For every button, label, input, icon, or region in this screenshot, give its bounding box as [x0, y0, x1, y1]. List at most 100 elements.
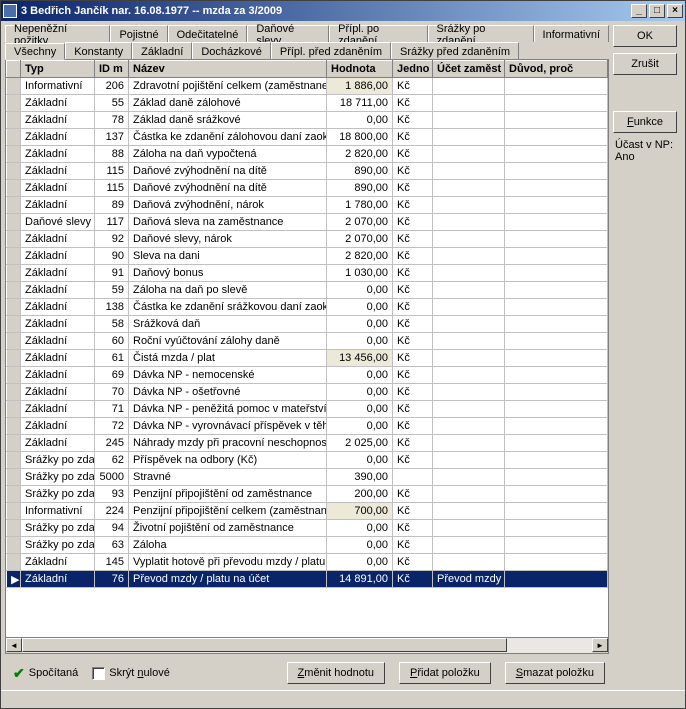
table-row[interactable]: Základní145Vyplatit hotově při převodu m…: [7, 554, 608, 571]
cell: 0,00: [327, 282, 393, 299]
cell: Kč: [393, 299, 433, 316]
table-row[interactable]: Základní55Základ daně zálohové18 711,00K…: [7, 95, 608, 112]
scroll-right-icon[interactable]: ►: [592, 638, 608, 652]
minimize-button[interactable]: _: [631, 4, 647, 18]
cell: Náhrady mzdy při pracovní neschopnost: [129, 435, 327, 452]
cell: Základní: [21, 435, 95, 452]
table-row[interactable]: Základní245Náhrady mzdy při pracovní nes…: [7, 435, 608, 452]
change-value-button[interactable]: Změnit hodnotu: [287, 662, 385, 684]
cell: 62: [95, 452, 129, 469]
table-row[interactable]: Základní91Daňový bonus1 030,00Kč: [7, 265, 608, 282]
horizontal-scrollbar[interactable]: ◄ ►: [6, 637, 608, 653]
column-header[interactable]: ID m: [95, 61, 129, 78]
tab-srážky-po-zdanění[interactable]: Srážky po zdanění: [428, 25, 534, 42]
tab-informativní[interactable]: Informativní: [534, 25, 609, 42]
cell: Kč: [393, 95, 433, 112]
ok-button[interactable]: OK: [613, 25, 677, 47]
cell: 13 456,00: [327, 350, 393, 367]
tab-daňové-slevy[interactable]: Daňové slevy: [247, 25, 329, 42]
row-indicator: [7, 384, 21, 401]
table-row[interactable]: ▶Základní76Převod mzdy / platu na účet14…: [7, 571, 608, 588]
tab-všechny[interactable]: Všechny: [5, 43, 65, 60]
cell: [505, 537, 608, 554]
cell: Kč: [393, 231, 433, 248]
add-item-button[interactable]: Přidat položku: [399, 662, 491, 684]
table-row[interactable]: Základní60Roční vyúčtování zálohy daně0,…: [7, 333, 608, 350]
row-header-col: [7, 61, 21, 78]
row-indicator: [7, 78, 21, 95]
table-row[interactable]: Základní58Srážková daň0,00Kč: [7, 316, 608, 333]
row-indicator: [7, 231, 21, 248]
cell: Základní: [21, 197, 95, 214]
cell: 71: [95, 401, 129, 418]
tab-konstanty[interactable]: Konstanty: [65, 42, 132, 59]
close-button[interactable]: ×: [667, 4, 683, 18]
table-row[interactable]: Základní59Záloha na daň po slevě0,00Kč: [7, 282, 608, 299]
cell: 58: [95, 316, 129, 333]
functions-button[interactable]: Funkce: [613, 111, 677, 133]
cell: Daňové slevy: [21, 214, 95, 231]
table-row[interactable]: Základní138Částka ke zdanění srážkovou d…: [7, 299, 608, 316]
table-row[interactable]: Srážky po zda5000Stravné390,00: [7, 469, 608, 486]
column-header[interactable]: Název: [129, 61, 327, 78]
cell: 78: [95, 112, 129, 129]
table-row[interactable]: Základní78Základ daně srážkové0,00Kč: [7, 112, 608, 129]
cell: 93: [95, 486, 129, 503]
cell: Základ daně srážkové: [129, 112, 327, 129]
cell: 117: [95, 214, 129, 231]
column-header[interactable]: Jedno: [393, 61, 433, 78]
row-indicator: [7, 367, 21, 384]
table-row[interactable]: Daňové slevy117Daňová sleva na zaměstnan…: [7, 214, 608, 231]
row-indicator: [7, 248, 21, 265]
table-row[interactable]: Základní92Daňové slevy, nárok2 070,00Kč: [7, 231, 608, 248]
cell: Kč: [393, 367, 433, 384]
tab-docházkové[interactable]: Docházkové: [192, 42, 271, 59]
cell: Základ daně zálohové: [129, 95, 327, 112]
cell: [505, 452, 608, 469]
cell: [505, 214, 608, 231]
table-row[interactable]: Srážky po zda63Záloha0,00Kč: [7, 537, 608, 554]
tab-pojistné[interactable]: Pojistné: [110, 25, 167, 42]
table-row[interactable]: Základní69Dávka NP - nemocenské0,00Kč: [7, 367, 608, 384]
cell: 92: [95, 231, 129, 248]
table-row[interactable]: Základní70Dávka NP - ošetřovné0,00Kč: [7, 384, 608, 401]
tab-základní[interactable]: Základní: [132, 42, 192, 59]
hide-zero-checkbox[interactable]: Skrýt nulové: [92, 667, 170, 680]
column-header[interactable]: Důvod, proč: [505, 61, 608, 78]
tab-odečitatelné[interactable]: Odečitatelné: [168, 25, 248, 42]
table-row[interactable]: Základní115Daňové zvýhodnění na dítě890,…: [7, 163, 608, 180]
checkbox-icon[interactable]: [92, 667, 105, 680]
table-row[interactable]: Základní90Sleva na dani2 820,00Kč: [7, 248, 608, 265]
tab-srážky-před-zdaněním[interactable]: Srážky před zdaněním: [391, 42, 519, 59]
checkmark-icon: ✔: [13, 665, 25, 682]
cell: Daňový bonus: [129, 265, 327, 282]
cancel-button[interactable]: Zrušit: [613, 53, 677, 75]
table-row[interactable]: Srážky po zda93Penzijní připojištění od …: [7, 486, 608, 503]
table-row[interactable]: Srážky po zda62Příspěvek na odbory (Kč)0…: [7, 452, 608, 469]
column-header[interactable]: Typ: [21, 61, 95, 78]
scroll-left-icon[interactable]: ◄: [6, 638, 22, 652]
table-row[interactable]: Základní137Částka ke zdanění zálohovou d…: [7, 129, 608, 146]
column-header[interactable]: Hodnota: [327, 61, 393, 78]
cell: [505, 146, 608, 163]
cell: Základní: [21, 112, 95, 129]
table-row[interactable]: Základní71Dávka NP - peněžitá pomoc v ma…: [7, 401, 608, 418]
table-row[interactable]: Základní115Daňové zvýhodnění na dítě890,…: [7, 180, 608, 197]
cell: Kč: [393, 452, 433, 469]
maximize-button[interactable]: □: [649, 4, 665, 18]
table-row[interactable]: Základní89Daňová zvýhodnění, nárok1 780,…: [7, 197, 608, 214]
table-row[interactable]: Základní88Záloha na daň vypočtená2 820,0…: [7, 146, 608, 163]
column-header[interactable]: Účet zaměst: [433, 61, 505, 78]
table-row[interactable]: Základní61Čistá mzda / plat13 456,00Kč: [7, 350, 608, 367]
tab-nepeněžní-požitky[interactable]: Nepeněžní požitky: [5, 25, 110, 42]
delete-item-button[interactable]: Smazat položku: [505, 662, 605, 684]
cell: [505, 350, 608, 367]
cell: 115: [95, 180, 129, 197]
table-row[interactable]: Srážky po zda94Životní pojištění od zamě…: [7, 520, 608, 537]
table-row[interactable]: Informativní206Zdravotní pojištění celke…: [7, 78, 608, 95]
table-row[interactable]: Informativní224Penzijní připojištění cel…: [7, 503, 608, 520]
cell: [505, 316, 608, 333]
tab-přípl.-před-zdaněním[interactable]: Přípl. před zdaněním: [271, 42, 391, 59]
tab-přípl.-po-zdanění[interactable]: Přípl. po zdanění: [329, 25, 427, 42]
table-row[interactable]: Základní72Dávka NP - vyrovnávací příspěv…: [7, 418, 608, 435]
